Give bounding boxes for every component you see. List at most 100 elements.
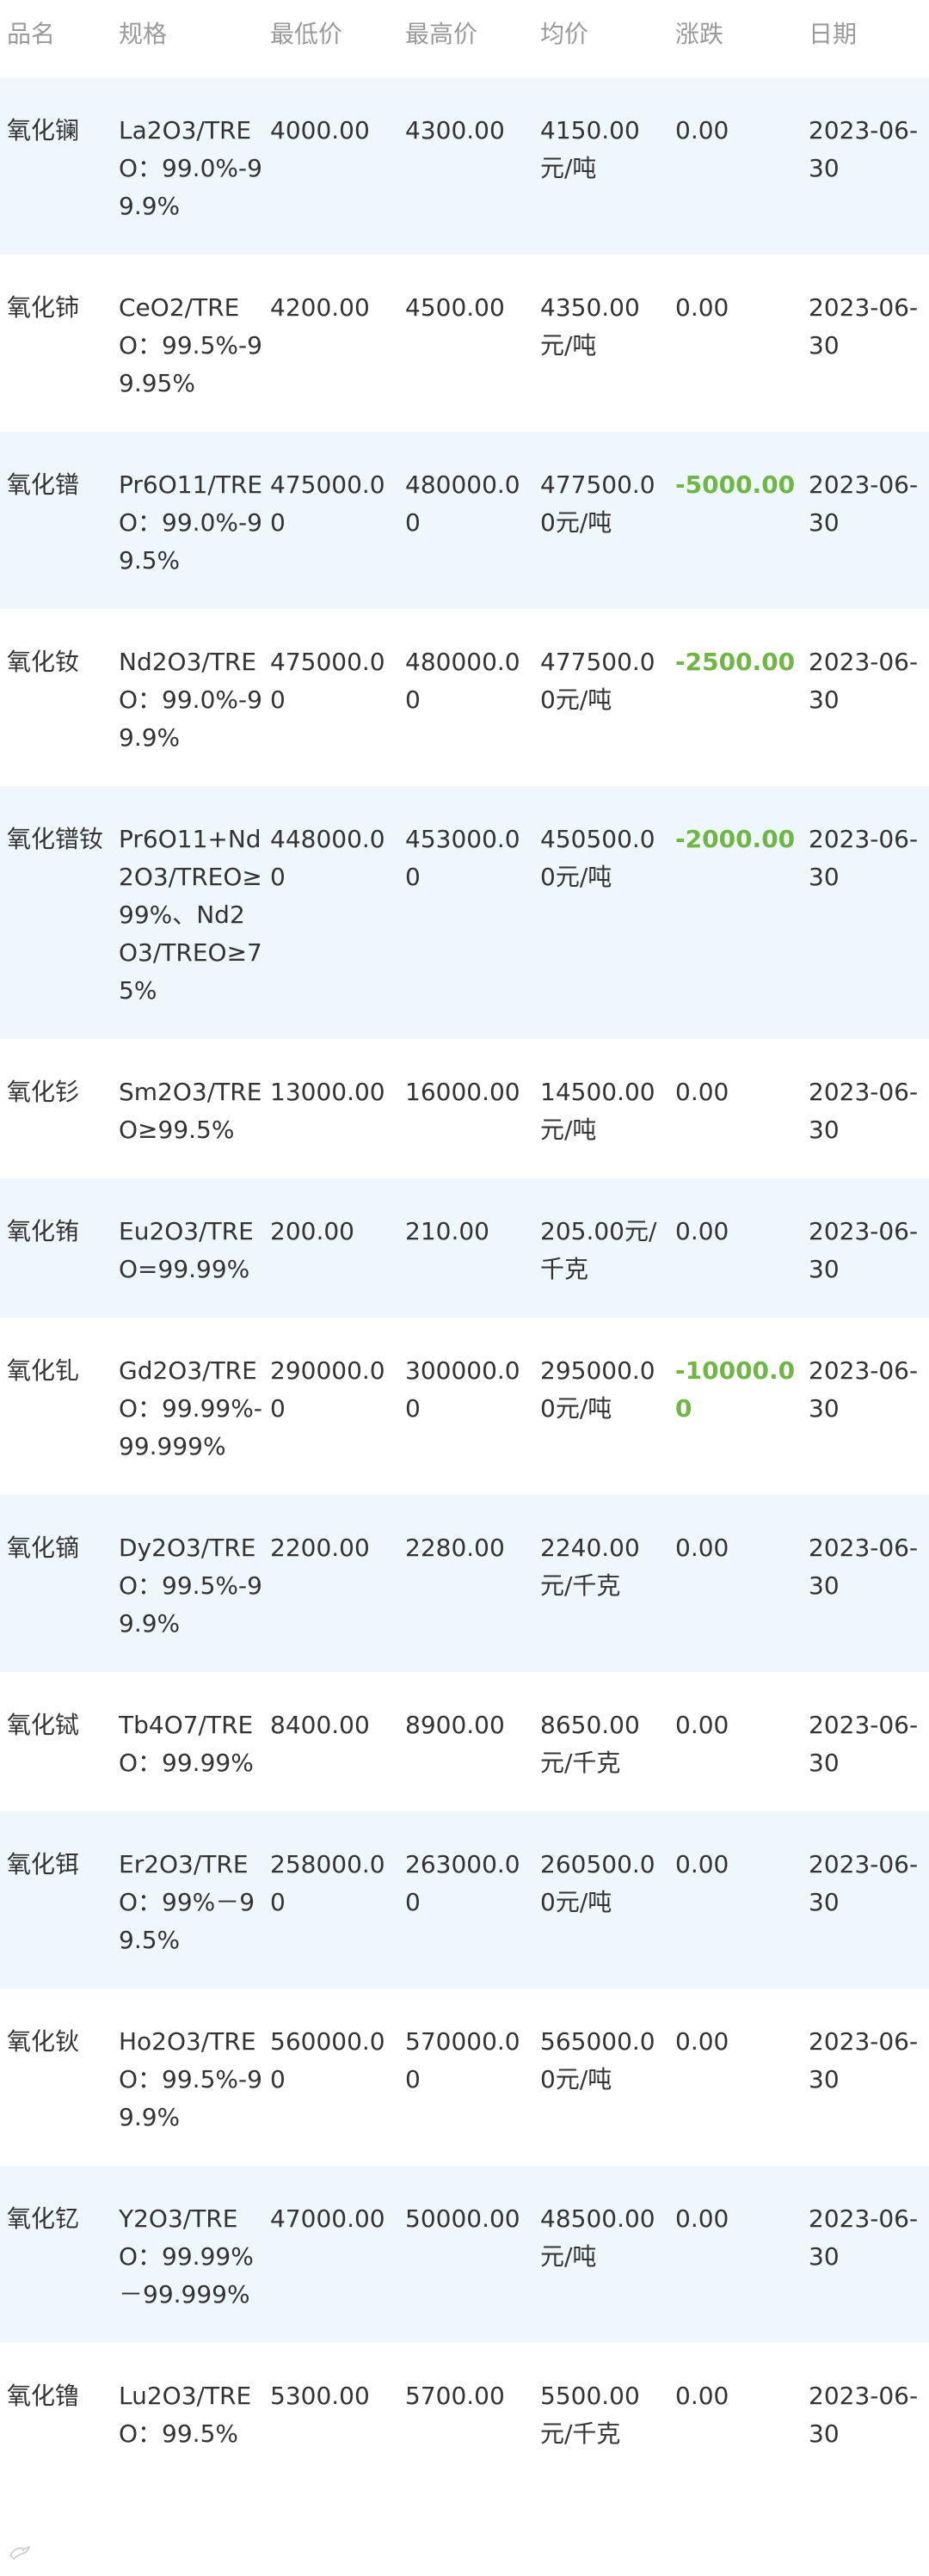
- cell-change: -2000.00: [675, 825, 796, 853]
- cell-name: 氧化镨: [7, 470, 80, 499]
- cell-spec: Dy2O3/TREO：99.5%-99.9%: [119, 1534, 262, 1638]
- table-row: 氧化铽 Tb4O7/TREO：99.99% 8400.00 8900.00 8650.0…: [0, 1672, 929, 1811]
- cell-name: 氧化铈: [7, 293, 80, 322]
- header-high-price: 最高价: [405, 20, 478, 48]
- cell-spec: Lu2O3/TREO：99.5%: [119, 2382, 252, 2448]
- cell-low-price: 4200.00: [270, 293, 370, 322]
- cell-spec: Nd2O3/TREO：99.0%-99.9%: [119, 648, 262, 752]
- cell-low-price: 2200.00: [270, 1534, 370, 1562]
- cell-low-price: 5300.00: [270, 2382, 370, 2410]
- cell-high-price: 453000.00: [405, 825, 520, 891]
- cell-high-price: 4300.00: [405, 116, 505, 144]
- cell-high-price: 300000.00: [405, 1356, 520, 1423]
- table-row: 氧化镨钕 Pr6O11+Nd2O3/TREO≥99%、Nd2O3/TREO≥75%…: [0, 786, 929, 1039]
- table-row: 氧化镥 Lu2O3/TREO：99.5% 5300.00 5700.00 5500.00…: [0, 2343, 929, 2482]
- cell-avg-price: 8650.00元/千克: [540, 1711, 640, 1777]
- cell-low-price: 475000.00: [270, 470, 385, 537]
- cell-date: 2023-06-30: [809, 648, 919, 714]
- cell-avg-price: 450500.00元/吨: [540, 825, 655, 891]
- cell-spec: Er2O3/TREO：99%－99.5%: [119, 1850, 255, 1954]
- cell-name: 氧化镝: [7, 1534, 80, 1562]
- cell-name: 氧化镧: [7, 116, 80, 144]
- cell-name: 氧化镨钕: [7, 825, 104, 853]
- bird-logo-icon: [9, 2545, 30, 2561]
- cell-date: 2023-06-30: [809, 2027, 919, 2093]
- cell-high-price: 50000.00: [405, 2204, 520, 2233]
- cell-low-price: 200.00: [270, 1217, 354, 1245]
- cell-date: 2023-06-30: [809, 1217, 919, 1283]
- table-row: 氧化钐 Sm2O3/TREO≥99.5% 13000.00 16000.00 14500…: [0, 1039, 929, 1178]
- cell-name: 氧化铽: [7, 1711, 80, 1739]
- cell-low-price: 4000.00: [270, 116, 370, 144]
- cell-date: 2023-06-30: [809, 116, 919, 182]
- cell-name: 氧化镥: [7, 2382, 80, 2410]
- cell-high-price: 16000.00: [405, 1078, 520, 1106]
- header-avg-price: 均价: [540, 20, 589, 48]
- cell-change: 0.00: [675, 2027, 729, 2056]
- cell-change: -10000.00: [675, 1356, 796, 1423]
- cell-spec: Eu2O3/TREO=99.99%: [119, 1217, 254, 1283]
- table-row: 氧化铕 Eu2O3/TREO=99.99% 200.00 210.00 205.00元/…: [0, 1178, 929, 1318]
- cell-spec: CeO2/TREO：99.5%-99.95%: [119, 293, 262, 397]
- cell-avg-price: 2240.00元/千克: [540, 1534, 640, 1600]
- header-change: 涨跌: [675, 20, 724, 48]
- cell-date: 2023-06-30: [809, 825, 919, 891]
- cell-change: 0.00: [675, 1850, 729, 1878]
- cell-change: -2500.00: [675, 648, 796, 676]
- cell-high-price: 2280.00: [405, 1534, 505, 1562]
- cell-avg-price: 477500.00元/吨: [540, 648, 655, 714]
- cell-name: 氧化钬: [7, 2027, 80, 2056]
- table-row: 氧化铒 Er2O3/TREO：99%－99.5% 258000.00 263000.0…: [0, 1811, 929, 1989]
- cell-avg-price: 48500.00元/吨: [540, 2204, 655, 2271]
- cell-low-price: 560000.00: [270, 2027, 385, 2093]
- cell-date: 2023-06-30: [809, 1356, 919, 1423]
- table-header: 品名 规格 最低价 最高价 均价 涨跌 日期: [0, 0, 929, 77]
- cell-avg-price: 565000.00元/吨: [540, 2027, 655, 2093]
- cell-date: 2023-06-30: [809, 470, 919, 537]
- cell-spec: Sm2O3/TREO≥99.5%: [119, 1078, 262, 1144]
- cell-avg-price: 14500.00元/吨: [540, 1078, 655, 1144]
- cell-change: 0.00: [675, 1078, 729, 1106]
- cell-name: 氧化铒: [7, 1850, 80, 1878]
- cell-high-price: 5700.00: [405, 2382, 505, 2410]
- header-name: 品名: [7, 20, 56, 48]
- cell-change: 0.00: [675, 1534, 729, 1562]
- cell-high-price: 480000.00: [405, 648, 520, 714]
- cell-date: 2023-06-30: [809, 2382, 919, 2448]
- cell-low-price: 258000.00: [270, 1850, 385, 1916]
- cell-name: 氧化铕: [7, 1217, 80, 1245]
- cell-change: 0.00: [675, 116, 729, 144]
- cell-change: 0.00: [675, 293, 729, 322]
- cell-name: 氧化钕: [7, 648, 80, 676]
- table-row: 氧化镝 Dy2O3/TREO：99.5%-99.9% 2200.00 2280.00 2…: [0, 1495, 929, 1672]
- header-row: 品名 规格 最低价 最高价 均价 涨跌 日期: [0, 0, 929, 77]
- header-date: 日期: [809, 20, 858, 48]
- cell-high-price: 210.00: [405, 1217, 489, 1245]
- cell-date: 2023-06-30: [809, 1078, 919, 1144]
- cell-change: -5000.00: [675, 470, 796, 499]
- cell-change: 0.00: [675, 2204, 729, 2233]
- cell-avg-price: 4350.00元/吨: [540, 293, 640, 360]
- cell-low-price: 290000.00: [270, 1356, 385, 1423]
- cell-date: 2023-06-30: [809, 1850, 919, 1916]
- table-row: 氧化镨 Pr6O11/TREO：99.0%-99.5% 475000.00 48000…: [0, 432, 929, 609]
- cell-spec: La2O3/TREO：99.0%-99.9%: [119, 116, 262, 220]
- table-row: 氧化钇 Y2O3/TREO：99.99%－99.999% 47000.00 50000…: [0, 2166, 929, 2343]
- table-row: 氧化钬 Ho2O3/TREO：99.5%-99.9% 560000.00 570000…: [0, 1989, 929, 2166]
- header-low-price: 最低价: [270, 20, 343, 48]
- cell-name: 氧化钐: [7, 1078, 80, 1106]
- table-body: 氧化镧 La2O3/TREO：99.0%-99.9% 4000.00 4300.00 4…: [0, 77, 929, 2482]
- cell-avg-price: 477500.00元/吨: [540, 470, 655, 537]
- cell-spec: Gd2O3/TREO：99.99%-99.999%: [119, 1356, 262, 1460]
- cell-spec: Y2O3/TREO：99.99%－99.999%: [119, 2204, 254, 2309]
- cell-low-price: 448000.00: [270, 825, 385, 891]
- cell-high-price: 263000.00: [405, 1850, 520, 1916]
- cell-avg-price: 295000.00元/吨: [540, 1356, 655, 1423]
- cell-name: 氧化钆: [7, 1356, 80, 1385]
- cell-change: 0.00: [675, 1217, 729, 1245]
- cell-name: 氧化钇: [7, 2204, 80, 2233]
- table-row: 氧化镧 La2O3/TREO：99.0%-99.9% 4000.00 4300.00 4…: [0, 77, 929, 255]
- cell-low-price: 8400.00: [270, 1711, 370, 1739]
- cell-avg-price: 260500.00元/吨: [540, 1850, 655, 1916]
- cell-spec: Pr6O11+Nd2O3/TREO≥99%、Nd2O3/TREO≥75%: [119, 825, 262, 1005]
